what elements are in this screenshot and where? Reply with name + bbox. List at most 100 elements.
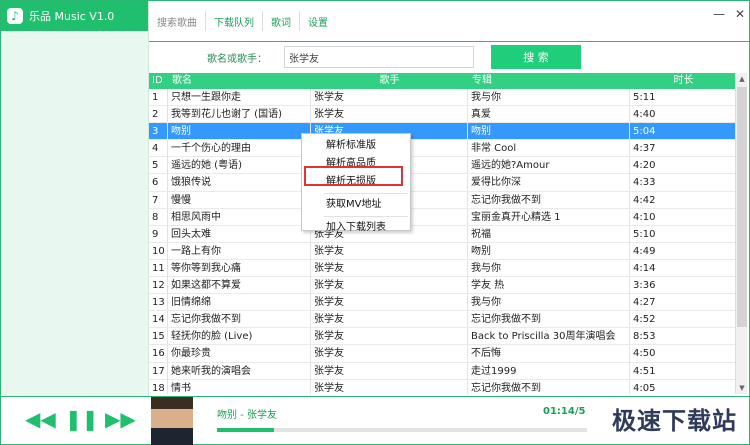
menu-item-get-mv-url[interactable]: 获取MV地址 [302, 196, 410, 214]
table-row[interactable]: 6 饿狼传说 爱得比你深 4:33 [149, 174, 737, 192]
table-row[interactable]: 12 如果这都不算爱 张学友 学友 热 3:36 [149, 277, 737, 295]
minimize-icon[interactable]: — [713, 7, 725, 21]
cell-song: 一千个伤心的理由 [168, 140, 311, 157]
table-row[interactable]: 9 回头太难 张学友 祝福 5:10 [149, 225, 737, 243]
cell-id: 5 [149, 157, 168, 174]
song-table: ID 歌名 歌手 专辑 时长 1 只想一生跟你走 张学友 我与你 5:11 2 我等到花儿也… [149, 73, 737, 394]
tab-lyrics[interactable]: 歌词 [263, 1, 299, 41]
cell-id: 6 [149, 174, 168, 191]
cell-song: 回头太难 [168, 225, 311, 242]
tab-bar: 搜索歌曲 下载队列 歌词 设置 [149, 1, 749, 41]
table-row[interactable]: 3 吻别 张学友 吻别 5:04 [149, 123, 737, 141]
cell-song: 等你等到我心痛 [168, 259, 311, 277]
cell-artist: 张学友 [311, 294, 468, 311]
cell-duration: 4:27 [630, 294, 737, 311]
sidebar: ♪ 乐品 Music V1.0 [1, 1, 149, 396]
cell-artist: 张学友 [311, 259, 468, 277]
menu-item-parse-standard[interactable]: 解析标准版 [302, 137, 410, 155]
cell-duration: 4:50 [630, 345, 737, 362]
cell-duration: 4:37 [630, 140, 737, 157]
menu-item-add-to-download[interactable]: 加入下载列表 [302, 219, 410, 237]
scrollbar-thumb[interactable] [737, 87, 747, 327]
menu-divider [324, 193, 408, 194]
table-row[interactable]: 10 一路上有你 张学友 吻别 4:49 [149, 242, 737, 260]
cell-duration: 4:42 [630, 191, 737, 208]
menu-divider [324, 216, 408, 217]
cell-id: 12 [149, 277, 168, 294]
cell-album: 祝福 [468, 225, 630, 242]
header-duration[interactable]: 时长 [630, 73, 737, 89]
cell-song: 一路上有你 [168, 242, 311, 259]
table-row[interactable]: 4 一千个伤心的理由 非常 Cool 4:37 [149, 140, 737, 158]
cell-album: 忘记你我做不到 [468, 191, 630, 208]
cell-song: 饿狼传说 [168, 174, 311, 191]
cell-album: 我与你 [468, 89, 630, 106]
table-header: ID 歌名 歌手 专辑 时长 [149, 73, 737, 89]
cell-id: 18 [149, 379, 168, 394]
cell-id: 8 [149, 208, 168, 225]
scrollbar[interactable]: ▲ ▼ [735, 73, 747, 394]
table-row[interactable]: 18 情书 张学友 忘记你我做不到 4:05 [149, 379, 737, 394]
cell-album: 学友 热 [468, 277, 630, 294]
cell-duration: 4:49 [630, 242, 737, 259]
cell-duration: 4:14 [630, 259, 737, 277]
cell-song: 我等到花儿也谢了 (国语) [168, 106, 311, 123]
header-song[interactable]: 歌名 [168, 73, 311, 89]
table-row[interactable]: 7 慢慢 忘记你我做不到 4:42 [149, 191, 737, 209]
cell-duration: 4:40 [630, 106, 737, 123]
search-label: 歌名或歌手： [207, 54, 267, 65]
table-row[interactable]: 13 旧情绵绵 张学友 我与你 4:27 [149, 294, 737, 312]
scroll-down-icon[interactable]: ▼ [736, 382, 748, 394]
cell-album: 我与你 [468, 294, 630, 311]
table-row[interactable]: 16 你最珍贵 张学友 不后悔 4:50 [149, 345, 737, 363]
album-cover [151, 397, 193, 445]
cell-song: 你最珍贵 [168, 345, 311, 362]
cell-duration: 3:36 [630, 277, 737, 294]
watermark: 极速下载站 [612, 407, 737, 435]
header-id[interactable]: ID [149, 73, 168, 89]
next-icon[interactable]: ▶▶ [105, 407, 136, 431]
cell-id: 2 [149, 106, 168, 123]
header-divider [149, 41, 750, 42]
cell-artist: 张学友 [311, 89, 468, 106]
tab-settings[interactable]: 设置 [300, 1, 336, 41]
previous-icon[interactable]: ◀◀ [25, 407, 56, 431]
cell-duration: 5:10 [630, 225, 737, 242]
cell-id: 16 [149, 345, 168, 362]
table-row[interactable]: 1 只想一生跟你走 张学友 我与你 5:11 [149, 89, 737, 107]
cell-duration: 4:10 [630, 208, 737, 225]
table-row[interactable]: 8 相思风雨中 宝丽金真开心精选 1 4:10 [149, 208, 737, 226]
cell-id: 11 [149, 259, 168, 277]
table-row[interactable]: 11 等你等到我心痛 张学友 我与你 4:14 [149, 259, 737, 278]
cell-album: 吻别 [468, 242, 630, 259]
cell-id: 9 [149, 225, 168, 242]
cell-album: 爱得比你深 [468, 174, 630, 191]
table-row[interactable]: 17 她来听我的演唱会 张学友 走过1999 4:51 [149, 362, 737, 380]
cell-album: Back to Priscilla 30周年演唱会 [468, 328, 630, 345]
app-logo-icon: ♪ [7, 8, 23, 24]
tab-search[interactable]: 搜索歌曲 [149, 1, 205, 41]
progress-bar[interactable] [217, 428, 587, 432]
cell-song: 遥远的她 (粤语) [168, 157, 311, 174]
cell-id: 3 [149, 123, 168, 140]
cell-duration: 5:11 [630, 89, 737, 106]
pause-icon[interactable]: ❚❚ [65, 407, 99, 431]
cell-song: 旧情绵绵 [168, 294, 311, 311]
app-brand: ♪ 乐品 Music V1.0 [1, 1, 148, 31]
header-artist[interactable]: 歌手 [311, 73, 468, 89]
now-playing: 吻别 - 张学友 [217, 410, 277, 421]
player-bar: ◀◀ ❚❚ ▶▶ 吻别 - 张学友 01:14/5 极速下载站 [1, 396, 749, 445]
search-bar: 歌名或歌手： 搜 索 [149, 44, 750, 70]
search-button[interactable]: 搜 索 [491, 45, 581, 69]
cell-artist: 张学友 [311, 328, 468, 345]
table-row[interactable]: 15 轻抚你的脸 (Live) 张学友 Back to Priscilla 30周年演… [149, 328, 737, 346]
search-input[interactable] [284, 46, 474, 68]
tab-download-queue[interactable]: 下载队列 [206, 1, 262, 41]
table-row[interactable]: 5 遥远的她 (粤语) 遥远的她?Amour 4:20 [149, 157, 737, 175]
highlight-box [304, 166, 403, 186]
table-row[interactable]: 14 忘记你我做不到 张学友 忘记你我做不到 4:52 [149, 311, 737, 329]
scroll-up-icon[interactable]: ▲ [736, 73, 748, 85]
table-row[interactable]: 2 我等到花儿也谢了 (国语) 张学友 真爱 4:40 [149, 106, 737, 124]
header-album[interactable]: 专辑 [468, 73, 630, 89]
close-icon[interactable]: ✕ [735, 7, 745, 21]
